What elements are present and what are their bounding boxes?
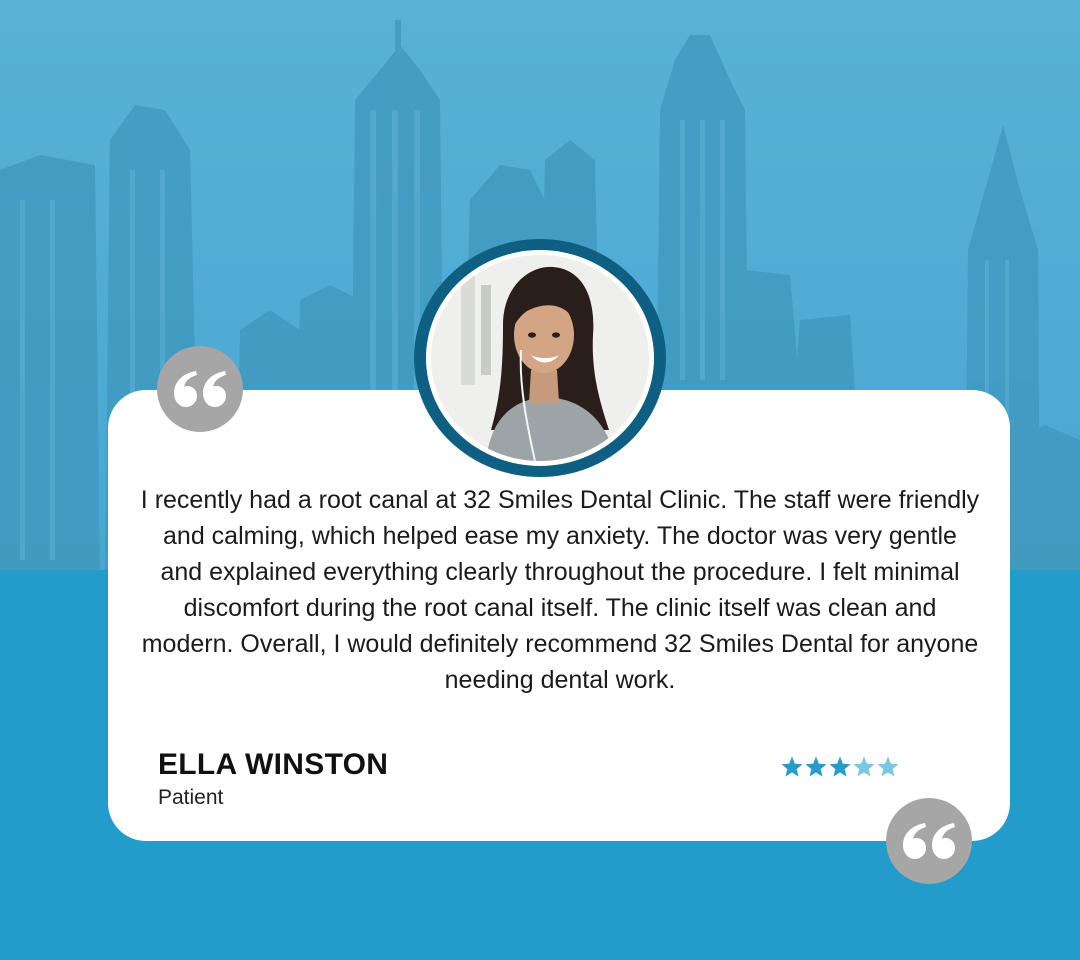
reviewer-name: ELLA WINSTON — [158, 748, 389, 781]
star-filled-icon — [829, 756, 851, 777]
quote-open-badge — [157, 346, 243, 432]
review-text: I recently had a root canal at 32 Smiles… — [140, 486, 980, 694]
avatar-photo — [431, 255, 649, 461]
star-filled-icon — [781, 756, 803, 777]
reviewer-avatar — [414, 239, 666, 477]
quote-open-icon — [174, 371, 226, 407]
person-portrait-icon — [431, 255, 649, 461]
avatar-frame — [426, 250, 654, 466]
quote-close-icon — [903, 823, 955, 859]
quote-close-badge — [886, 798, 972, 884]
star-empty-icon — [853, 756, 875, 777]
reviewer-role: Patient — [158, 786, 224, 809]
star-empty-icon — [877, 756, 899, 777]
star-rating — [780, 754, 900, 782]
star-filled-icon — [805, 756, 827, 777]
